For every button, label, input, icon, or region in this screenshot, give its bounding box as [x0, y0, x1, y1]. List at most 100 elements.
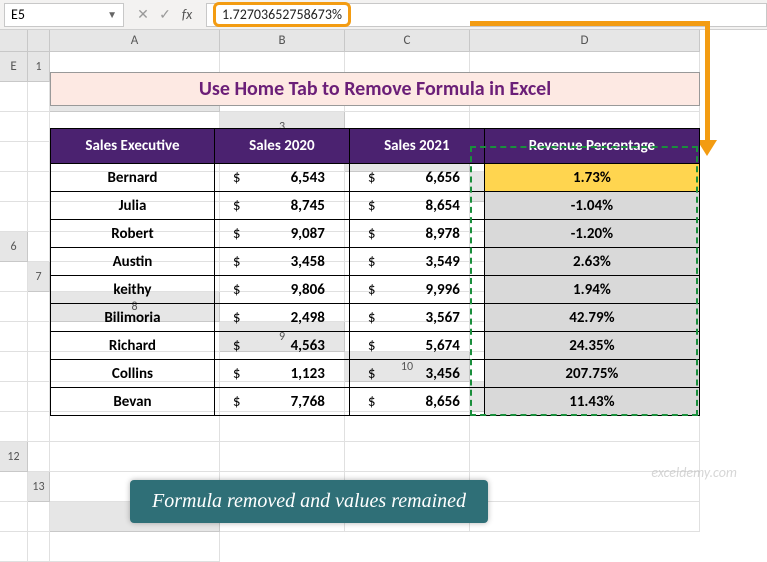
exec-cell[interactable]: Bevan: [51, 388, 215, 416]
revenue-cell[interactable]: 207.75%: [484, 360, 699, 388]
exec-cell[interactable]: Austin: [51, 248, 215, 276]
money-cell[interactable]: $8,745: [214, 192, 349, 220]
col-header-A[interactable]: A: [50, 30, 220, 52]
cancel-icon[interactable]: ✕: [132, 6, 154, 23]
col-s20[interactable]: Sales 2020: [214, 129, 349, 164]
money-cell[interactable]: $8,978: [349, 220, 484, 248]
money-cell[interactable]: $8,654: [349, 192, 484, 220]
col-rev[interactable]: Revenue Percentage: [484, 129, 699, 164]
cell[interactable]: [50, 412, 220, 442]
name-box[interactable]: E5 ▼: [4, 3, 124, 27]
cell[interactable]: [0, 412, 28, 442]
cell[interactable]: [28, 532, 50, 562]
chevron-down-icon[interactable]: ▼: [107, 8, 117, 21]
cell[interactable]: [220, 412, 345, 442]
cell[interactable]: [0, 112, 28, 142]
cell[interactable]: [0, 322, 28, 352]
revenue-cell[interactable]: 24.35%: [484, 332, 699, 360]
exec-cell[interactable]: keithy: [51, 276, 215, 304]
money-cell[interactable]: $9,806: [214, 276, 349, 304]
cell[interactable]: [345, 412, 470, 442]
money-cell[interactable]: $2,498: [214, 304, 349, 332]
cell[interactable]: [470, 412, 700, 442]
row-header-12[interactable]: 12: [0, 442, 28, 472]
row-header-7[interactable]: 7: [28, 262, 50, 292]
money-cell[interactable]: $8,656: [349, 388, 484, 416]
cell[interactable]: [28, 382, 50, 412]
col-header-D[interactable]: D: [470, 30, 700, 52]
col-header-blank[interactable]: [28, 30, 50, 52]
exec-cell[interactable]: Julia: [51, 192, 215, 220]
arrow-down-icon: [697, 140, 717, 156]
money-cell[interactable]: $4,563: [214, 332, 349, 360]
row-header-13[interactable]: 13: [28, 472, 50, 502]
revenue-cell[interactable]: 2.63%: [484, 248, 699, 276]
cell[interactable]: [28, 202, 50, 232]
currency-symbol: $: [368, 337, 376, 355]
cell[interactable]: [28, 142, 50, 172]
row-header-6[interactable]: 6: [0, 232, 28, 262]
money-cell[interactable]: $3,458: [214, 248, 349, 276]
cell[interactable]: [0, 142, 28, 172]
cell[interactable]: [28, 442, 50, 472]
money-cell[interactable]: $3,549: [349, 248, 484, 276]
cell[interactable]: [0, 502, 28, 532]
cell[interactable]: [28, 172, 50, 202]
money-cell[interactable]: $3,456: [349, 360, 484, 388]
cell[interactable]: [345, 442, 470, 472]
fx-icon[interactable]: fx: [176, 6, 198, 23]
cell[interactable]: [28, 82, 50, 112]
exec-cell[interactable]: Bilimoria: [51, 304, 215, 332]
cell[interactable]: [0, 352, 28, 382]
cell[interactable]: [28, 352, 50, 382]
table-row: Collins$1,123$3,456207.75%: [51, 360, 700, 388]
money-cell[interactable]: $3,567: [349, 304, 484, 332]
revenue-cell[interactable]: 42.79%: [484, 304, 699, 332]
currency-symbol: $: [368, 225, 376, 243]
cell[interactable]: [0, 262, 28, 292]
exec-cell[interactable]: Richard: [51, 332, 215, 360]
col-exec[interactable]: Sales Executive: [51, 129, 215, 164]
table-row: Bernard$6,543$6,6561.73%: [51, 164, 700, 192]
cell[interactable]: [0, 82, 28, 112]
money-cell[interactable]: $6,543: [214, 164, 349, 192]
exec-cell[interactable]: Bernard: [51, 164, 215, 192]
col-s21[interactable]: Sales 2021: [349, 129, 484, 164]
cell[interactable]: [0, 172, 28, 202]
select-all-corner[interactable]: [0, 30, 28, 52]
revenue-cell[interactable]: -1.04%: [484, 192, 699, 220]
cell[interactable]: [0, 382, 28, 412]
exec-cell[interactable]: Collins: [51, 360, 215, 388]
money-cell[interactable]: $9,087: [214, 220, 349, 248]
row-header-1[interactable]: 1: [28, 52, 50, 82]
revenue-cell[interactable]: 1.94%: [484, 276, 699, 304]
cell[interactable]: [50, 442, 220, 472]
revenue-cell-active[interactable]: 1.73%: [484, 164, 699, 192]
money-cell[interactable]: $9,996: [349, 276, 484, 304]
money-cell[interactable]: $1,123: [214, 360, 349, 388]
revenue-cell[interactable]: 11.43%: [484, 388, 699, 416]
cell[interactable]: [50, 532, 220, 562]
cell[interactable]: [220, 442, 345, 472]
cell[interactable]: [28, 502, 50, 532]
cell[interactable]: [470, 502, 700, 532]
cell[interactable]: [0, 472, 28, 502]
money-cell[interactable]: $7,768: [214, 388, 349, 416]
cell[interactable]: [0, 292, 28, 322]
money-cell[interactable]: $6,656: [349, 164, 484, 192]
cell[interactable]: [28, 322, 50, 352]
money-cell[interactable]: $5,674: [349, 332, 484, 360]
col-header-B[interactable]: B: [220, 30, 345, 52]
cell[interactable]: [28, 232, 50, 262]
accept-icon[interactable]: ✓: [154, 6, 176, 23]
cell[interactable]: [0, 202, 28, 232]
cell[interactable]: [28, 112, 50, 142]
cell[interactable]: [28, 292, 50, 322]
col-header-E[interactable]: E: [0, 52, 28, 82]
cell[interactable]: [28, 412, 50, 442]
caption-banner: Formula removed and values remained: [130, 480, 488, 523]
revenue-cell[interactable]: -1.20%: [484, 220, 699, 248]
exec-cell[interactable]: Robert: [51, 220, 215, 248]
col-header-C[interactable]: C: [345, 30, 470, 52]
cell[interactable]: [0, 532, 28, 562]
